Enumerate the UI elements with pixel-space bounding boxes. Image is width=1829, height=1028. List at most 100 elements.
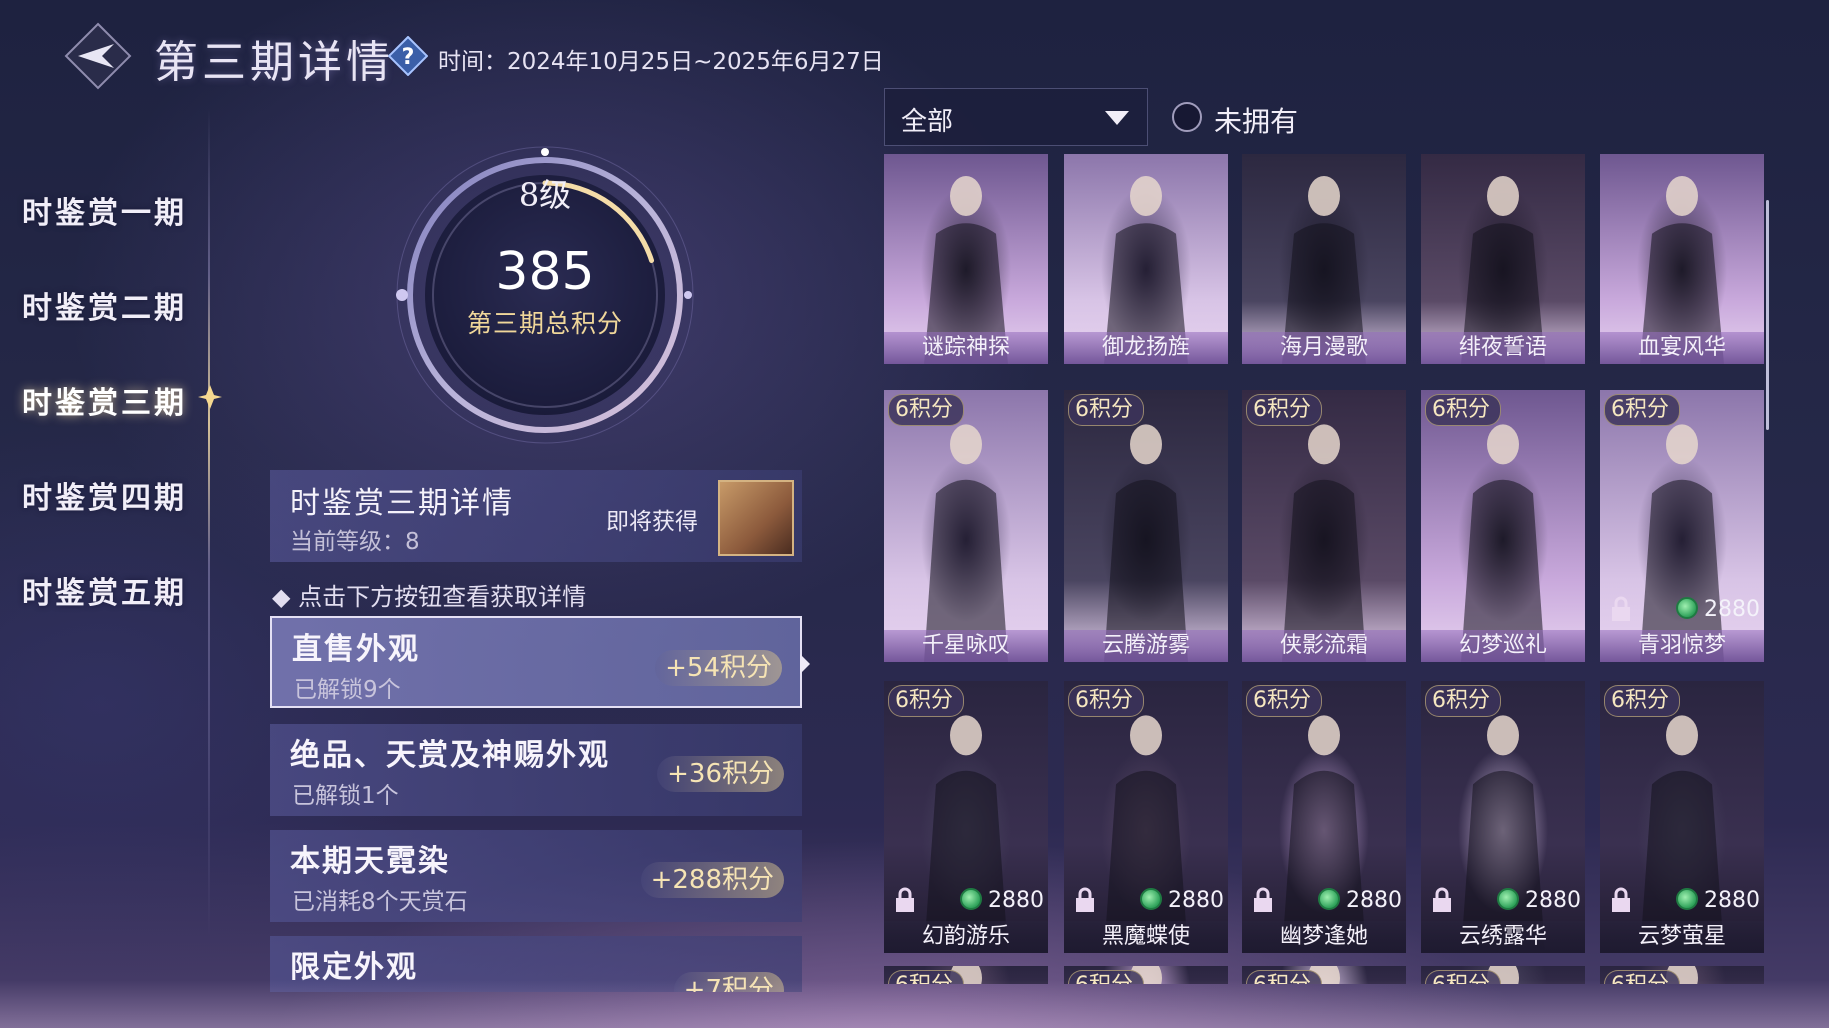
points-badge: 6积分 bbox=[1604, 394, 1680, 426]
price-tag: 2880 bbox=[1676, 597, 1760, 622]
outfit-name: 云梦萤星 bbox=[1600, 921, 1764, 953]
lock-icon bbox=[1254, 887, 1272, 912]
price-tag: 2880 bbox=[1140, 888, 1224, 913]
outfit-card[interactable]: 谜踪神探 bbox=[884, 154, 1048, 364]
outfit-card[interactable]: 6积分 2880 云绣露华 bbox=[1421, 681, 1585, 953]
points-badge: 6积分 bbox=[1246, 394, 1322, 426]
selected-arrow-icon bbox=[800, 654, 810, 674]
total-score-value: 385 bbox=[495, 242, 595, 302]
lock-icon bbox=[1433, 887, 1451, 912]
outfit-name: 千星咏叹 bbox=[884, 630, 1048, 662]
outfit-name: 黑魔蝶使 bbox=[1064, 921, 1228, 953]
outfit-card[interactable]: 6积分千星咏叹 bbox=[884, 390, 1048, 662]
lock-icon bbox=[1076, 887, 1094, 912]
outfit-name: 海月漫歌 bbox=[1242, 332, 1406, 364]
sidebar-item-period-5[interactable]: 时鉴赏五期 bbox=[22, 568, 187, 612]
outfit-card[interactable]: 6积分 2880 云梦萤星 bbox=[1600, 681, 1764, 953]
category-dye[interactable]: 本期天霓染 已消耗8个天赏石 +288积分 bbox=[270, 830, 802, 922]
price-tag: 2880 bbox=[960, 888, 1044, 913]
period-time-text: 时间：2024年10月25日~2025年6月27日 bbox=[438, 49, 884, 75]
active-marker-icon bbox=[196, 383, 224, 411]
outfit-card[interactable]: 6积分 2880 幻韵游乐 bbox=[884, 681, 1048, 953]
jade-currency-icon bbox=[1676, 597, 1698, 619]
current-level-text: 当前等级：8 bbox=[290, 529, 420, 555]
grid-scrollbar[interactable] bbox=[1766, 200, 1769, 430]
points-badge: 6积分 bbox=[1068, 394, 1144, 426]
jade-currency-icon bbox=[1140, 888, 1162, 910]
category-subtitle: 已解锁9个 bbox=[294, 677, 401, 703]
sidebar-item-period-2[interactable]: 时鉴赏二期 bbox=[22, 283, 187, 327]
outfit-card[interactable]: 6积分 2880 青羽惊梦 bbox=[1600, 390, 1764, 662]
price-tag: 2880 bbox=[1676, 888, 1760, 913]
jade-currency-icon bbox=[1318, 888, 1340, 910]
price-value: 2880 bbox=[1346, 888, 1402, 913]
sidebar-divider bbox=[208, 108, 210, 938]
character-figure-icon bbox=[1461, 424, 1545, 662]
lock-icon bbox=[896, 887, 914, 912]
bottom-glow bbox=[0, 980, 1829, 1028]
points-badge: 6积分 bbox=[1425, 394, 1501, 426]
outfit-card[interactable]: 6积分 2880 幽梦逢她 bbox=[1242, 681, 1406, 953]
category-premium[interactable]: 绝品、天赏及神赐外观 已解锁1个 +36积分 bbox=[270, 724, 802, 816]
reward-thumbnail[interactable] bbox=[718, 480, 794, 556]
points-badge: 6积分 bbox=[1604, 685, 1680, 717]
outfit-name: 云腾游雾 bbox=[1064, 630, 1228, 662]
category-title: 本期天霓染 bbox=[290, 844, 450, 879]
hint-label: 点击下方按钮查看获取详情 bbox=[298, 583, 587, 611]
outfit-name: 侠影流霜 bbox=[1242, 630, 1406, 662]
sidebar-item-period-1[interactable]: 时鉴赏一期 bbox=[22, 188, 187, 232]
sidebar-item-period-4[interactable]: 时鉴赏四期 bbox=[22, 473, 187, 517]
outfit-name: 青羽惊梦 bbox=[1600, 630, 1764, 662]
outfit-card[interactable]: 海月漫歌 bbox=[1242, 154, 1406, 364]
price-value: 2880 bbox=[1168, 888, 1224, 913]
hint-text: ◆ 点击下方按钮查看获取详情 bbox=[272, 583, 587, 611]
outfit-grid: 谜踪神探 御龙扬旌 海月漫歌 绯夜誓语 血宴风华 6积分 千星咏叹 6积分 云腾游雾… bbox=[884, 154, 1770, 984]
outfit-name: 绯夜誓语 bbox=[1421, 332, 1585, 364]
period-detail-panel[interactable]: 时鉴赏三期详情 当前等级：8 即将获得 bbox=[270, 470, 802, 562]
price-tag: 2880 bbox=[1318, 888, 1402, 913]
character-figure-icon bbox=[1282, 424, 1366, 662]
sidebar-item-period-3[interactable]: 时鉴赏三期 bbox=[22, 378, 187, 422]
back-button[interactable] bbox=[64, 22, 132, 90]
points-badge: 6积分 bbox=[1425, 685, 1501, 717]
outfit-name: 血宴风华 bbox=[1600, 332, 1764, 364]
category-title: 直售外观 bbox=[292, 632, 420, 667]
svg-text:?: ? bbox=[402, 45, 415, 70]
jade-currency-icon bbox=[1497, 888, 1519, 910]
price-value: 2880 bbox=[988, 888, 1044, 913]
jade-currency-icon bbox=[1676, 888, 1698, 910]
total-score-label: 第三期总积分 bbox=[466, 309, 623, 338]
price-value: 2880 bbox=[1704, 888, 1760, 913]
category-direct-sale[interactable]: 直售外观 已解锁9个 +54积分 bbox=[270, 616, 802, 708]
outfit-card[interactable]: 6积分侠影流霜 bbox=[1242, 390, 1406, 662]
outfit-name: 幽梦逢她 bbox=[1242, 921, 1406, 953]
price-value: 2880 bbox=[1704, 597, 1760, 622]
category-points-badge: +36积分 bbox=[657, 756, 784, 792]
detail-title: 时鉴赏三期详情 bbox=[290, 486, 514, 521]
level-label: 8级 bbox=[518, 176, 572, 214]
category-points-badge: +288积分 bbox=[640, 862, 784, 898]
outfit-card[interactable]: 御龙扬旌 bbox=[1064, 154, 1228, 364]
not-owned-radio[interactable] bbox=[1172, 102, 1202, 132]
outfit-card[interactable]: 6积分云腾游雾 bbox=[1064, 390, 1228, 662]
outfit-card[interactable]: 绯夜誓语 bbox=[1421, 154, 1585, 364]
outfit-card[interactable]: 6积分 2880 黑魔蝶使 bbox=[1064, 681, 1228, 953]
points-badge: 6积分 bbox=[1068, 685, 1144, 717]
category-points-badge: +54积分 bbox=[655, 650, 782, 686]
price-value: 2880 bbox=[1525, 888, 1581, 913]
category-subtitle: 已解锁1个 bbox=[292, 783, 399, 809]
outfit-card[interactable]: 血宴风华 bbox=[1600, 154, 1764, 364]
help-icon[interactable]: ? bbox=[387, 35, 429, 77]
category-title: 绝品、天赏及神赐外观 bbox=[290, 738, 610, 773]
points-badge: 6积分 bbox=[888, 394, 964, 426]
points-badge: 6积分 bbox=[1246, 685, 1322, 717]
outfit-name: 幻韵游乐 bbox=[884, 921, 1048, 953]
chevron-down-icon bbox=[1105, 111, 1129, 125]
filter-selected-value: 全部 bbox=[901, 107, 954, 137]
character-figure-icon bbox=[1104, 424, 1188, 662]
lock-icon bbox=[1612, 596, 1630, 621]
outfit-card[interactable]: 6积分 幻梦巡礼 bbox=[1421, 390, 1585, 662]
category-subtitle: 已消耗8个天赏石 bbox=[292, 889, 468, 915]
outfit-name: 御龙扬旌 bbox=[1064, 332, 1228, 364]
filter-dropdown[interactable]: 全部 bbox=[884, 88, 1148, 146]
